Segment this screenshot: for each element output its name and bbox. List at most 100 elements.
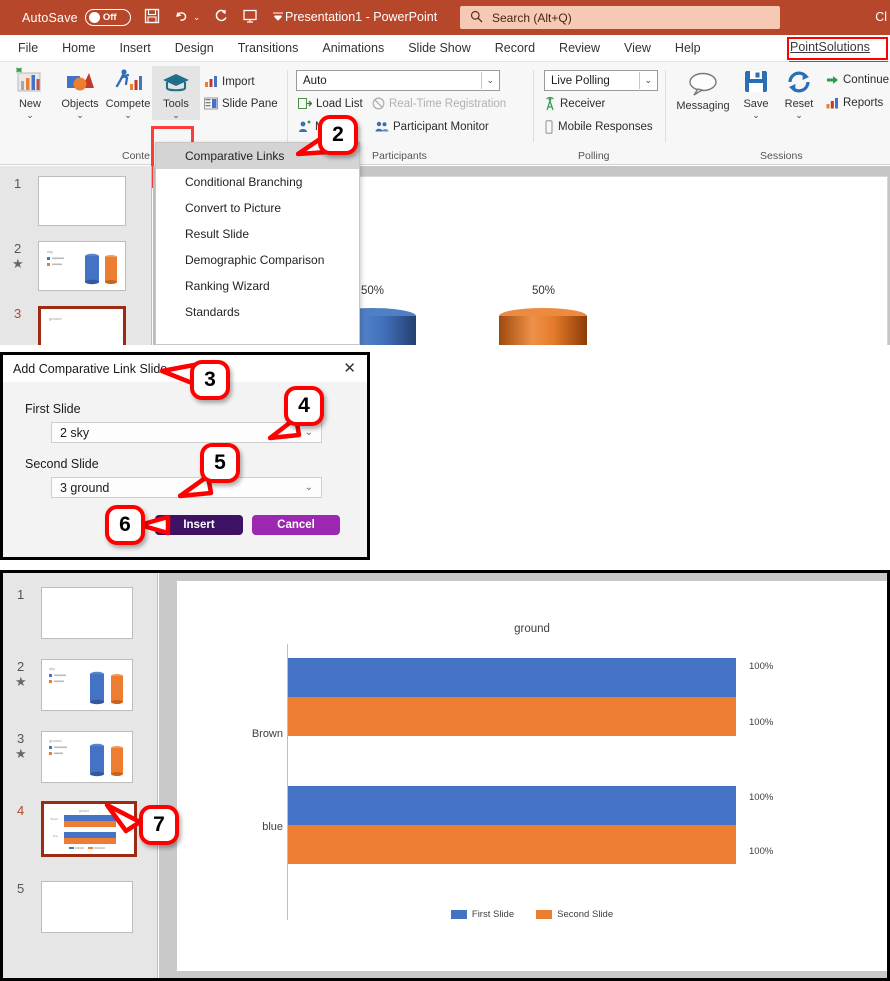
chart-data-label-brown-first: 100%: [749, 661, 774, 672]
session-reset-chevron-down-icon[interactable]: ⌄: [778, 111, 820, 120]
mobile-responses-label: Mobile Responses: [558, 121, 653, 133]
undo-icon[interactable]: [173, 8, 190, 27]
slide-thumbnail-2[interactable]: sky: [41, 659, 133, 711]
load-list-button-label: Load List: [316, 97, 363, 110]
participant-list-value: Auto: [303, 74, 327, 87]
compete-button-chevron-down-icon[interactable]: ⌄: [104, 111, 152, 120]
polling-mode-combo[interactable]: Live Polling ⌄: [544, 70, 658, 91]
redo-icon[interactable]: [213, 8, 229, 27]
reports-button[interactable]: Reports: [826, 97, 883, 109]
mobile-responses-button[interactable]: Mobile Responses: [544, 120, 653, 134]
autosave-state-label: Off: [102, 12, 117, 23]
legend-label-second-slide: Second Slide: [557, 909, 614, 920]
start-presentation-icon[interactable]: [242, 8, 258, 27]
callout-5-bubble: 5: [200, 443, 240, 483]
session-save-button[interactable]: Save ⌄: [735, 66, 777, 120]
chart-legend: First Slide Second Slide: [177, 909, 887, 920]
tab-slide-show[interactable]: Slide Show: [396, 41, 483, 55]
new-button-chevron-down-icon[interactable]: ⌄: [6, 111, 54, 120]
continue-label: Continue: [843, 74, 890, 86]
legend-swatch-second-slide: [536, 910, 553, 919]
menu-item-convert-to-picture[interactable]: Convert to Picture: [156, 195, 359, 221]
autosave-toggle[interactable]: Off: [84, 9, 131, 26]
new-button[interactable]: New ⌄: [6, 66, 54, 120]
session-save-chevron-down-icon[interactable]: ⌄: [735, 111, 777, 120]
customize-quick-access-toolbar-icon[interactable]: [271, 9, 285, 26]
svg-text:blue: blue: [53, 834, 58, 838]
participant-list-combo[interactable]: Auto ⌄: [296, 70, 500, 91]
slide-surface-bottom[interactable]: ground Brown 100% 100% blue 100% 100% Fi…: [177, 581, 887, 971]
reports-label: Reports: [843, 97, 884, 109]
undo-dropdown-icon[interactable]: ⌄: [193, 12, 201, 23]
menu-item-standards[interactable]: Standards: [156, 299, 359, 325]
messaging-button[interactable]: Messaging: [672, 68, 734, 113]
slide-pane-icon: [204, 97, 218, 110]
import-chart-icon: [204, 75, 218, 88]
tab-home[interactable]: Home: [50, 41, 107, 55]
legend-swatch-first-slide: [450, 910, 467, 919]
tab-help[interactable]: Help: [663, 41, 713, 55]
tools-button[interactable]: Tools ⌄: [152, 66, 200, 120]
autosave-knob: [88, 12, 100, 23]
slide-thumbnail-1[interactable]: [41, 587, 133, 639]
close-icon[interactable]: ✕: [343, 359, 356, 377]
tab-design[interactable]: Design: [163, 41, 226, 55]
menu-item-result-slide[interactable]: Result Slide: [156, 221, 359, 247]
slide-thumbnail-3[interactable]: ground: [41, 731, 133, 783]
compete-button[interactable]: Compete ⌄: [104, 66, 152, 120]
tab-file[interactable]: File: [0, 41, 50, 55]
svg-text:ground: ground: [49, 738, 61, 743]
callout-6-bubble: 6: [105, 505, 145, 545]
tab-animations[interactable]: Animations: [310, 41, 396, 55]
slide-thumbnail-3[interactable]: ground: [38, 306, 126, 345]
chart-bar-blue-first-slide: [288, 786, 736, 825]
menu-item-ranking-wizard[interactable]: Ranking Wizard: [156, 273, 359, 299]
reports-chart-icon: [826, 97, 839, 109]
tab-insert[interactable]: Insert: [108, 41, 163, 55]
menu-item-conditional-branching[interactable]: Conditional Branching: [156, 169, 359, 195]
chevron-down-icon[interactable]: ⌄: [486, 75, 494, 86]
cancel-button[interactable]: Cancel: [252, 515, 340, 535]
group-label-sessions: Sessions: [760, 150, 803, 162]
continue-button[interactable]: Continue: [826, 74, 889, 86]
search-box[interactable]: Search (Alt+Q): [460, 6, 780, 29]
load-list-icon: [298, 97, 312, 110]
tab-view[interactable]: View: [612, 41, 663, 55]
tab-transitions[interactable]: Transitions: [226, 41, 311, 55]
callout-3-bubble: 3: [190, 360, 230, 400]
second-slide-value: 3 ground: [60, 480, 110, 495]
tools-dropdown-menu[interactable]: Comparative Links Conditional Branching …: [155, 142, 360, 345]
slide-thumbnail-2[interactable]: sky: [38, 241, 126, 291]
objects-button-chevron-down-icon[interactable]: ⌄: [56, 111, 104, 120]
chevron-down-icon[interactable]: ⌄: [644, 75, 652, 86]
tab-review[interactable]: Review: [547, 41, 612, 55]
messaging-speech-bubble-icon: [672, 68, 734, 100]
slide-thumbnail-panel-bottom[interactable]: 1 2 ★ sky 3 ★ ground 4 ground Brown blue…: [3, 573, 158, 978]
objects-button[interactable]: Objects ⌄: [56, 66, 104, 120]
tab-record[interactable]: Record: [483, 41, 547, 55]
participant-monitor-button[interactable]: Participant Monitor: [375, 120, 489, 133]
ribbon-body: New ⌄ Objects ⌄ Compete ⌄ Tools ⌄ Import…: [0, 62, 890, 188]
import-button[interactable]: Import: [204, 75, 255, 88]
menu-item-demographic-comparison[interactable]: Demographic Comparison: [156, 247, 359, 273]
receiver-button[interactable]: Receiver: [544, 97, 605, 111]
slide-pane-button[interactable]: Slide Pane: [204, 97, 278, 110]
first-slide-label: First Slide: [25, 402, 81, 416]
new-chart-icon: [6, 66, 54, 98]
slide-thumbnail-5[interactable]: [41, 881, 133, 933]
first-slide-value: 2 sky: [60, 425, 90, 440]
real-time-registration-icon: [372, 97, 385, 110]
titlebar-right-truncated: Cl: [875, 10, 887, 24]
chevron-down-icon[interactable]: ⌄: [305, 482, 313, 493]
search-input[interactable]: Search (Alt+Q): [492, 11, 572, 25]
tools-button-chevron-down-icon[interactable]: ⌄: [152, 111, 200, 120]
session-reset-button[interactable]: Reset ⌄: [778, 66, 820, 120]
legend-label-first-slide: First Slide: [471, 909, 515, 920]
save-disk-icon: [735, 66, 777, 98]
load-list-button[interactable]: Load List: [298, 97, 363, 110]
slide-thumbnail-panel-top[interactable]: 1 2 ★ sky 3 ground: [0, 166, 152, 345]
save-icon[interactable]: [144, 8, 160, 27]
slide-number-2: 2: [17, 659, 25, 674]
chart-data-label-blue-second: 100%: [749, 846, 774, 857]
slide-thumbnail-1[interactable]: [38, 176, 126, 226]
